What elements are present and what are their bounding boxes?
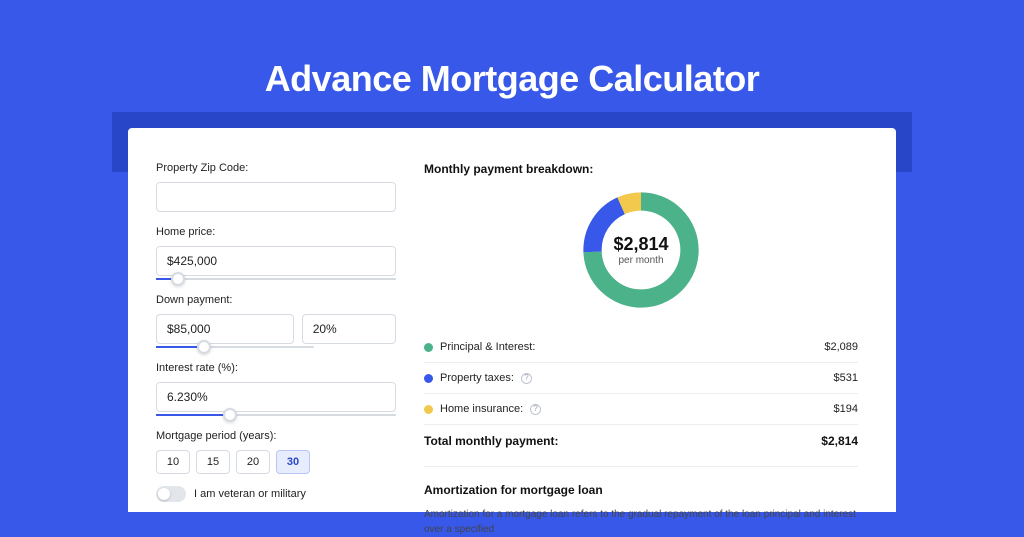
payment-donut-chart: $2,814 per month	[577, 186, 705, 314]
donut-center-amount: $2,814	[613, 234, 668, 255]
page-title: Advance Mortgage Calculator	[0, 0, 1024, 100]
total-label: Total monthly payment:	[424, 434, 558, 448]
zip-input[interactable]	[156, 182, 396, 212]
input-panel: Property Zip Code: Home price: Down paym…	[156, 162, 396, 512]
legend-dot-taxes	[424, 374, 433, 383]
home-price-label: Home price:	[156, 226, 396, 238]
breakdown-value: $531	[834, 372, 858, 384]
interest-rate-slider[interactable]	[156, 414, 396, 416]
legend-dot-principal	[424, 343, 433, 352]
mortgage-period-group: 10 15 20 30	[156, 450, 396, 474]
breakdown-title: Monthly payment breakdown:	[424, 162, 858, 176]
breakdown-row-principal: Principal & Interest: $2,089	[424, 332, 858, 363]
period-option-15[interactable]: 15	[196, 450, 230, 474]
interest-rate-label: Interest rate (%):	[156, 362, 396, 374]
mortgage-period-label: Mortgage period (years):	[156, 430, 396, 442]
breakdown-row-insurance: Home insurance: ? $194	[424, 394, 858, 425]
home-price-input[interactable]	[156, 246, 396, 276]
home-price-slider-thumb[interactable]	[171, 272, 185, 286]
period-option-30[interactable]: 30	[276, 450, 310, 474]
breakdown-row-taxes: Property taxes: ? $531	[424, 363, 858, 394]
down-payment-label: Down payment:	[156, 294, 396, 306]
interest-rate-input[interactable]	[156, 382, 396, 412]
breakdown-label: Property taxes:	[440, 372, 514, 384]
total-value: $2,814	[821, 434, 858, 448]
veteran-label: I am veteran or military	[194, 488, 306, 500]
breakdown-value: $194	[834, 403, 858, 415]
period-option-10[interactable]: 10	[156, 450, 190, 474]
down-payment-slider-thumb[interactable]	[197, 340, 211, 354]
breakdown-total-row: Total monthly payment: $2,814	[424, 425, 858, 462]
info-icon[interactable]: ?	[521, 373, 532, 384]
down-payment-input[interactable]	[156, 314, 294, 344]
calculator-card: Property Zip Code: Home price: Down paym…	[128, 128, 896, 512]
veteran-toggle[interactable]	[156, 486, 186, 502]
interest-rate-slider-thumb[interactable]	[223, 408, 237, 422]
amortization-section: Amortization for mortgage loan Amortizat…	[424, 466, 858, 537]
home-price-slider[interactable]	[156, 278, 396, 280]
period-option-20[interactable]: 20	[236, 450, 270, 474]
info-icon[interactable]: ?	[530, 404, 541, 415]
breakdown-panel: Monthly payment breakdown: $2,814 per mo…	[424, 162, 858, 512]
amortization-title: Amortization for mortgage loan	[424, 483, 858, 497]
down-payment-slider[interactable]	[156, 346, 314, 348]
legend-dot-insurance	[424, 405, 433, 414]
veteran-toggle-knob	[158, 488, 170, 500]
zip-label: Property Zip Code:	[156, 162, 396, 174]
down-payment-percent-input[interactable]	[302, 314, 396, 344]
breakdown-label: Home insurance:	[440, 403, 523, 415]
breakdown-value: $2,089	[824, 341, 858, 353]
donut-center-sub: per month	[618, 255, 663, 266]
breakdown-label: Principal & Interest:	[440, 341, 535, 353]
